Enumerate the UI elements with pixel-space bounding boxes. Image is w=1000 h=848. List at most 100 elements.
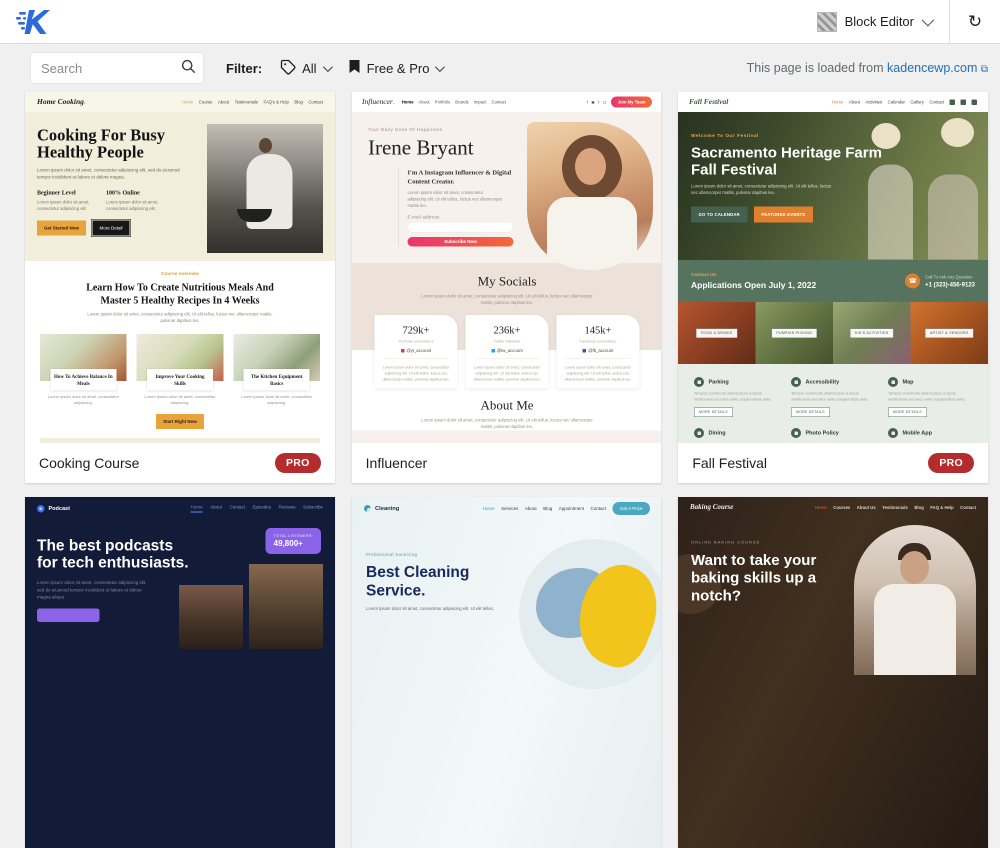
template-name: Influencer (366, 455, 427, 471)
editor-mode-label: Block Editor (845, 14, 914, 29)
preview-gallery-tile: KID'S ACTIVITIES (833, 302, 911, 364)
preview-eyebrow: Course overview (40, 271, 320, 277)
tier-filter-value: Free & Pro (367, 61, 430, 76)
preview-nav-link: Home (482, 506, 494, 511)
sync-button[interactable]: ↻ (950, 0, 1000, 44)
preview-nav-link: Home (815, 505, 827, 510)
preview-nav-link: FAQ's & Help (263, 100, 288, 105)
preview-logo: Home Cooking. (37, 98, 86, 107)
dining-icon (694, 428, 704, 438)
chevron-down-icon (323, 62, 333, 72)
cleaning-logo-icon (364, 505, 371, 512)
preview-nav-links: Home About Portfolio Brands Impact Conta… (401, 100, 505, 105)
template-preview-influencer[interactable]: Influencer. Home About Portfolio Brands … (352, 92, 662, 443)
preview-info-item: Mobile App Tempor commodo ullamcorper a … (888, 428, 972, 443)
preview-nav-link: Calendar (888, 100, 905, 105)
preview-info-item: Accessibility Tempor commodo ullamcorper… (791, 377, 875, 417)
preview-section-heading: About Me (352, 398, 662, 413)
preview-button-secondary: More Detail (93, 221, 130, 236)
preview-hero-heading: Want to take your baking skills up a not… (691, 552, 861, 605)
card-footer: Fall Festival PRO (678, 443, 988, 483)
preview-nav-link: Home (191, 505, 203, 513)
preview-nav: Podcast Home About Contact Episodes Revi… (25, 497, 335, 520)
preview-nav-link: About (210, 505, 222, 513)
template-card-cleaning: Cleaning Home Services About Blog Appoin… (352, 497, 662, 848)
preview-nav-link: Contact (961, 505, 977, 510)
preview-nav: Baking Course Home Courses About Us Test… (678, 497, 988, 518)
preview-nav-link: Contact (308, 100, 323, 105)
preview-nav-link: Home (832, 100, 843, 105)
template-card-influencer: Influencer. Home About Portfolio Brands … (352, 92, 662, 483)
preview-section-text: Lorem ipsum dolor sit amet, consectetur … (414, 417, 599, 430)
template-card-baking: Baking Course Home Courses About Us Test… (678, 497, 988, 848)
category-filter-dropdown[interactable]: All (280, 59, 329, 78)
camera-icon: ◉ (591, 100, 594, 105)
preview-stat-card: 236k+ Twitter followers @tw_account Lore… (465, 315, 548, 388)
preview-gallery-tile: ARTIST & VENDORS (911, 302, 988, 364)
template-preview-baking[interactable]: Baking Course Home Courses About Us Test… (678, 497, 988, 848)
template-name: Fall Festival (692, 455, 767, 471)
tag-icon (280, 59, 296, 78)
map-icon (888, 377, 898, 387)
podcast-logo-icon (37, 505, 45, 513)
preview-nav-link: Services (501, 506, 518, 511)
preview-nav-link: Blog (543, 506, 552, 511)
twitter-icon: t (598, 100, 599, 105)
bookmark-icon (348, 59, 361, 77)
preview-nav-link: Course (199, 100, 213, 105)
preview-info-item: Dining Tempor commodo ullamcorper a lacu… (694, 428, 778, 443)
preview-nav-link: Contact (930, 100, 945, 105)
preview-section-text: Lorem ipsum dolor sit amet, consectetur … (414, 293, 599, 306)
preview-contact-eyebrow: Contact Us (691, 272, 816, 278)
preview-hero-subheading: I'm A Instagram Influencer & Digital Con… (407, 168, 518, 186)
preview-phone-label: Call To Ask Any Question (925, 274, 975, 279)
preview-button-primary: GO TO CALENDAR (691, 206, 747, 222)
preview-button-primary: Get Started Now (37, 221, 86, 236)
preview-gallery-tile: PUMPKIN PICKING (756, 302, 834, 364)
source-note: This page is loaded from kadencewp.com ⧉ (747, 61, 988, 75)
external-link-icon: ⧉ (981, 64, 988, 75)
search-input[interactable] (30, 52, 204, 84)
preview-nav-link: Blog (294, 100, 303, 105)
preview-nav-link: Home (182, 100, 193, 105)
template-preview-podcast[interactable]: Podcast Home About Contact Episodes Revi… (25, 497, 335, 848)
photo-policy-icon (791, 428, 801, 438)
card-footer: Influencer (352, 443, 662, 483)
preview-nav-link: Gallery (911, 100, 924, 105)
preview-nav-link: Brands (455, 100, 468, 105)
preview-feature: Beginner Level Lorem ipsum dolor sit ame… (37, 189, 93, 212)
template-card-podcast: Podcast Home About Contact Episodes Revi… (25, 497, 335, 848)
category-filter-value: All (302, 61, 316, 76)
preview-nav-link: Contact (491, 100, 506, 105)
preview-nav-link: Appointment (558, 506, 583, 511)
preview-nav-link: Testimonials (235, 100, 258, 105)
preview-hero-text: Lorem ipsum dolor sit amet, consectetur … (37, 167, 187, 181)
preview-hero-image: Welcome To Our Festival Sacramento Herit… (678, 112, 988, 260)
preview-nav: Home Cooking. Home Course About Testimon… (25, 92, 335, 112)
preview-nav-link: About (525, 506, 537, 511)
preview-nav-button: Join My Team (611, 97, 652, 108)
preview-phone-number: +1 (323)-456-9123 (925, 281, 975, 288)
filter-toolbar: Filter: All Free & Pro This page is load… (0, 44, 1000, 92)
facebook-icon (950, 99, 956, 105)
template-preview-cleaning[interactable]: Cleaning Home Services About Blog Appoin… (352, 497, 662, 848)
template-preview-fall-festival[interactable]: Fall Festival Home About Activities Cale… (678, 92, 988, 443)
preview-gallery-tile: FOOD & DRINKS (678, 302, 756, 364)
twitter-icon (961, 99, 967, 105)
preview-more-details-button: MORE DETAILS (791, 408, 830, 418)
tier-filter-dropdown[interactable]: Free & Pro (348, 59, 443, 77)
kadence-logo-icon (16, 7, 50, 37)
filter-label: Filter: (226, 61, 262, 76)
template-preview-cooking-course[interactable]: Home Cooking. Home Course About Testimon… (25, 92, 335, 443)
preview-nav-link: FAQ & Help (931, 505, 954, 510)
preview-nav-link: Contact (229, 505, 245, 513)
preview-cta-button: Start Right Now (156, 414, 204, 429)
preview-nav-links: Home Course About Testimonials FAQ's & H… (182, 100, 323, 105)
template-name: Cooking Course (39, 455, 139, 471)
source-link[interactable]: kadencewp.com (887, 61, 977, 75)
preview-feature: 100% Online Lorem ipsum dolor sit amet, … (106, 189, 162, 212)
preview-nav-link: About Us (857, 505, 876, 510)
preview-nav-links: Home About Contact Episodes Reviews Subs… (191, 505, 323, 513)
preview-course-item: How To Achieve Balance In Meals Lorem ip… (40, 334, 127, 406)
editor-mode-dropdown[interactable]: Block Editor (799, 0, 949, 43)
